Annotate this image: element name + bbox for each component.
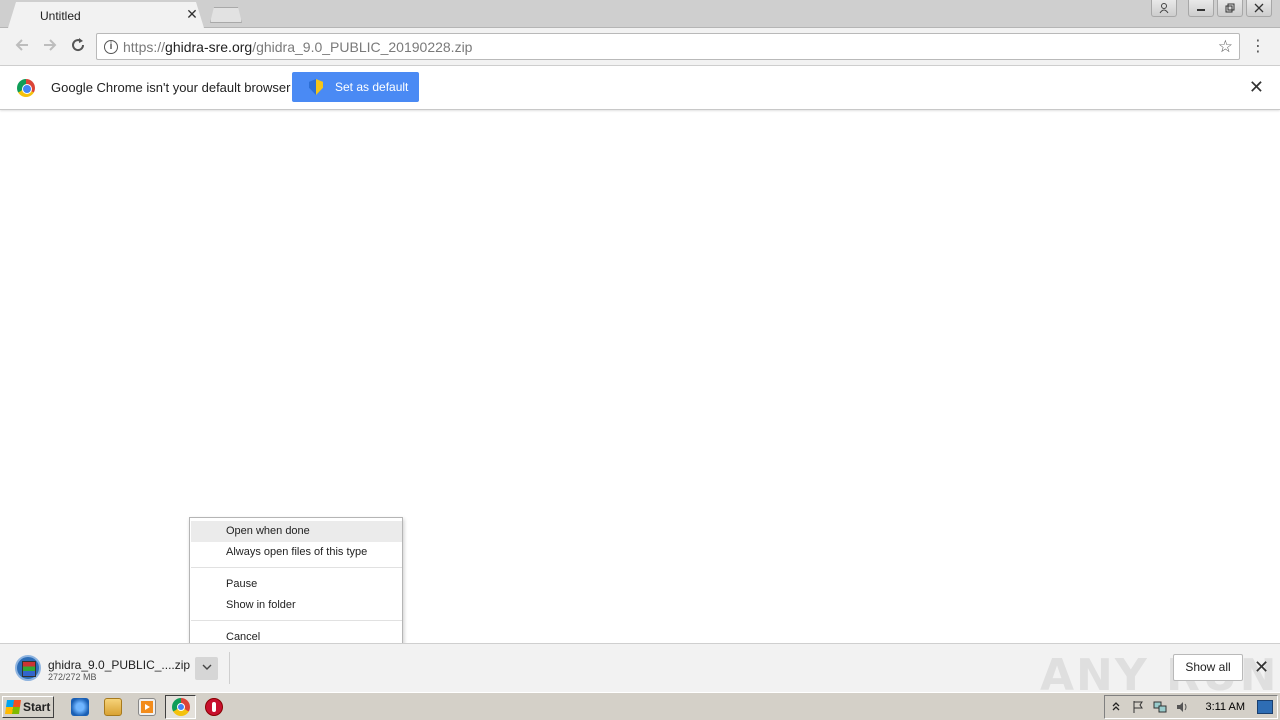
- media-player-icon[interactable]: [138, 698, 156, 716]
- new-tab-button[interactable]: [210, 7, 242, 23]
- start-button[interactable]: Start: [2, 696, 54, 718]
- tab-title: Untitled: [40, 9, 81, 23]
- download-size: 272/272 MB: [48, 672, 97, 682]
- close-icon[interactable]: ✕: [184, 6, 200, 22]
- address-bar[interactable]: i https://ghidra-sre.org/ghidra_9.0_PUBL…: [96, 33, 1240, 60]
- taskbar-chrome-active[interactable]: [165, 695, 196, 719]
- infobar-message: Google Chrome isn't your default browser: [51, 80, 291, 95]
- download-filename[interactable]: ghidra_9.0_PUBLIC_....zip: [48, 658, 190, 672]
- chevron-down-icon[interactable]: [195, 657, 218, 680]
- menu-icon[interactable]: ⋮: [1250, 37, 1266, 57]
- volume-icon[interactable]: [1175, 700, 1189, 714]
- taskbar: Start 3:11 AM: [0, 692, 1280, 720]
- menu-item-pause[interactable]: Pause: [191, 574, 402, 595]
- network-icon[interactable]: [1153, 700, 1167, 714]
- tray-expand-icon[interactable]: [1109, 700, 1123, 714]
- default-browser-infobar: Google Chrome isn't your default browser…: [0, 66, 1280, 110]
- opera-icon[interactable]: [205, 698, 223, 716]
- window-close-icon[interactable]: [1246, 0, 1272, 17]
- winrar-archive-icon[interactable]: [15, 655, 41, 681]
- show-all-button[interactable]: Show all: [1173, 654, 1243, 681]
- shelf-close-icon[interactable]: ✕: [1254, 658, 1269, 676]
- reload-icon[interactable]: [67, 36, 89, 58]
- shield-icon: [309, 79, 323, 95]
- user-icon[interactable]: [1151, 0, 1177, 17]
- menu-item-open-when-done[interactable]: Open when done: [191, 521, 402, 542]
- url-text[interactable]: https://ghidra-sre.org/ghidra_9.0_PUBLIC…: [123, 39, 472, 55]
- tab-strip: Untitled ✕: [0, 0, 1280, 28]
- windows-logo-icon: [5, 700, 21, 714]
- download-shelf: ghidra_9.0_PUBLIC_....zip 272/272 MB ANY…: [0, 643, 1280, 701]
- infobar-close-icon[interactable]: ✕: [1249, 78, 1264, 96]
- internet-explorer-icon[interactable]: [71, 698, 89, 716]
- tab-untitled[interactable]: Untitled ✕: [8, 2, 204, 28]
- chrome-icon: [172, 698, 190, 716]
- window-controls: [1148, 0, 1272, 18]
- chrome-logo-icon: [17, 79, 35, 97]
- restore-icon[interactable]: [1217, 0, 1243, 17]
- bookmark-star-icon[interactable]: ☆: [1218, 37, 1233, 57]
- system-tray: 3:11 AM: [1104, 695, 1278, 719]
- minimize-icon[interactable]: [1188, 0, 1214, 17]
- menu-separator: [191, 567, 402, 568]
- info-icon[interactable]: i: [104, 40, 118, 54]
- start-label: Start: [23, 700, 51, 714]
- flag-icon[interactable]: [1131, 700, 1145, 714]
- set-as-default-label: Set as default: [335, 80, 409, 94]
- menu-item-show-in-folder[interactable]: Show in folder: [191, 595, 402, 616]
- browser-toolbar: i https://ghidra-sre.org/ghidra_9.0_PUBL…: [0, 28, 1280, 66]
- show-desktop-icon[interactable]: [1257, 700, 1273, 714]
- back-icon[interactable]: [11, 36, 33, 58]
- download-context-menu: Open when done Always open files of this…: [189, 517, 403, 649]
- set-as-default-button[interactable]: Set as default: [292, 72, 419, 102]
- menu-separator: [191, 620, 402, 621]
- clock[interactable]: 3:11 AM: [1205, 701, 1245, 713]
- forward-icon[interactable]: [39, 36, 61, 58]
- menu-item-always-open[interactable]: Always open files of this type: [191, 542, 402, 563]
- shelf-divider: [229, 652, 230, 684]
- folder-icon[interactable]: [104, 698, 122, 716]
